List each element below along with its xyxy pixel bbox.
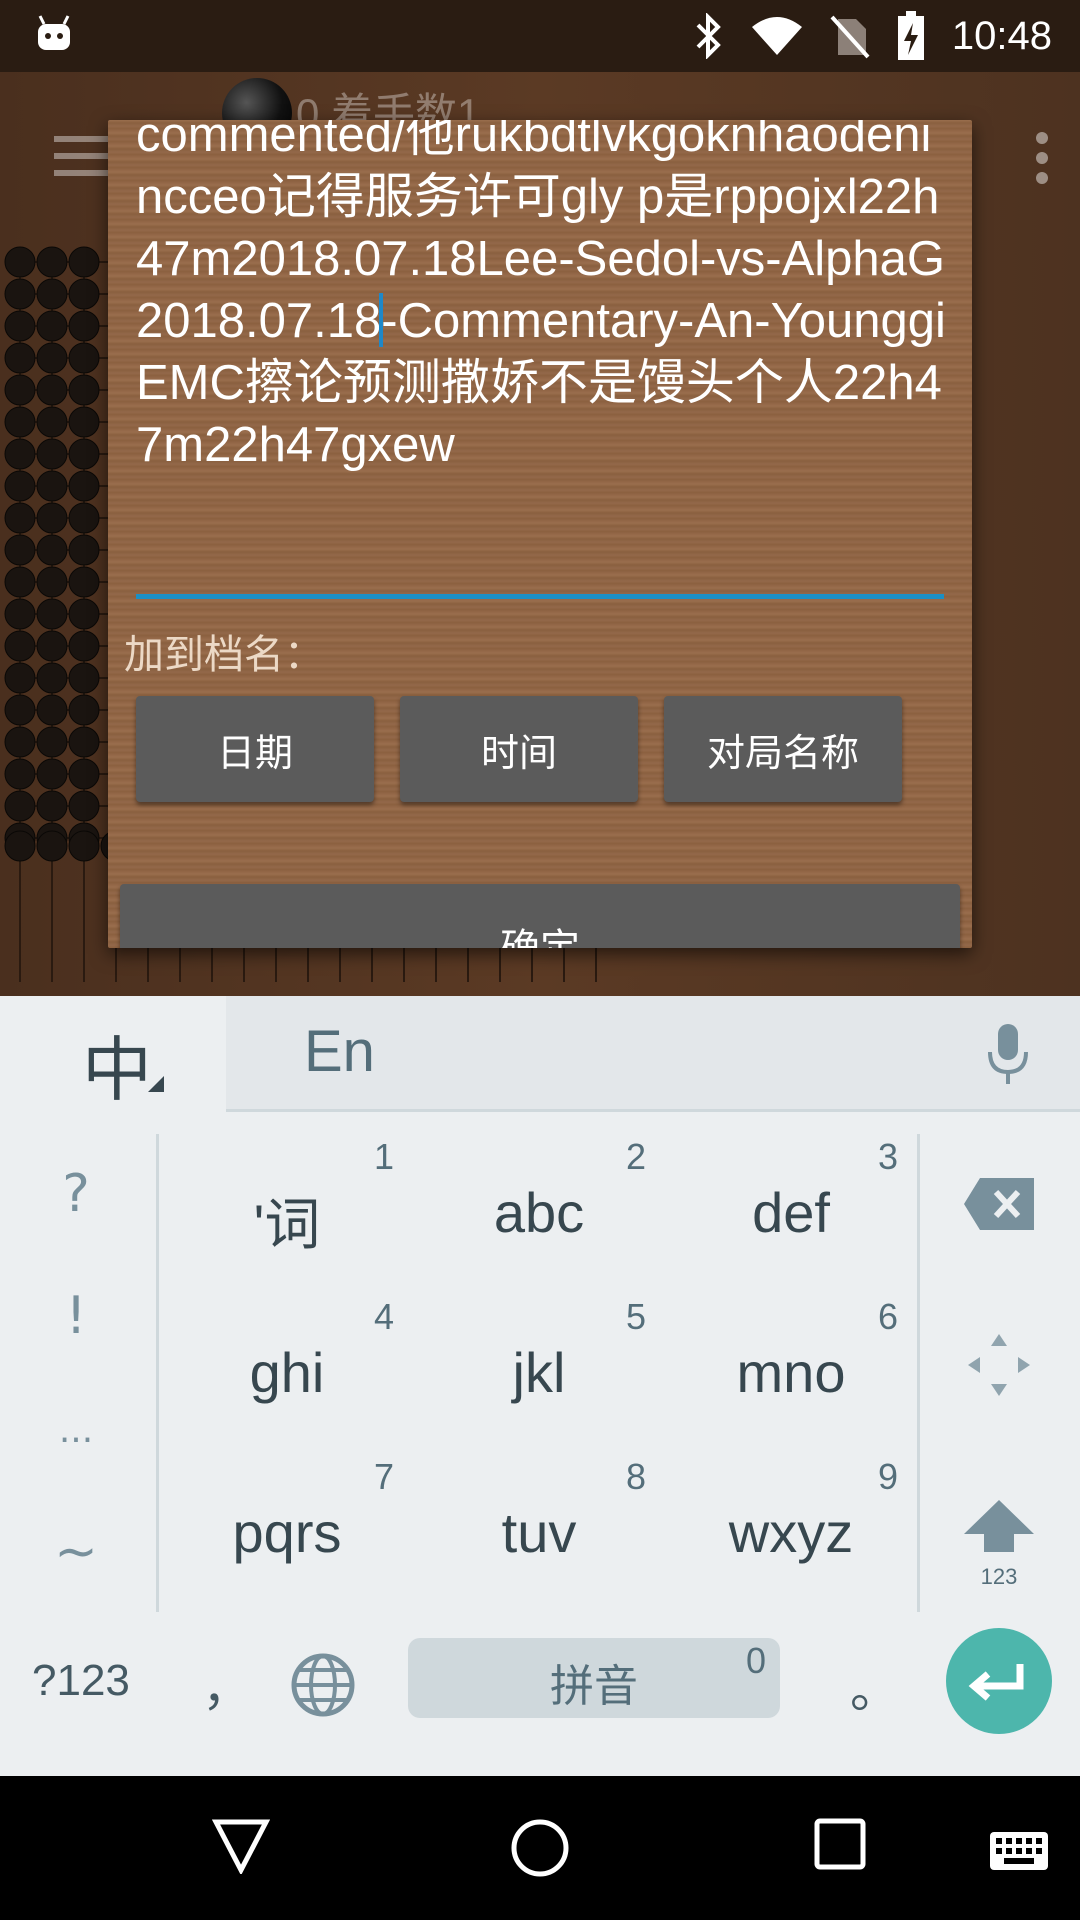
key-number: 3 (877, 1136, 898, 1177)
key-4[interactable]: ghi 4 (162, 1292, 412, 1452)
key-number: 2 (625, 1136, 646, 1177)
more-vert-icon[interactable] (1034, 132, 1050, 184)
candidate-bar[interactable]: En (226, 996, 1080, 1112)
status-bar: 10:48 (0, 0, 1080, 72)
android-notification-icon (38, 15, 70, 50)
keyboard-toolbar: 中 En (0, 996, 1080, 1114)
key-number: 1 (373, 1136, 394, 1177)
key-9[interactable]: wxyz 9 (666, 1452, 916, 1612)
tilde-key[interactable]: ~ (0, 1522, 152, 1582)
battery-charging-icon (897, 11, 924, 60)
keyboard-switch-icon[interactable] (988, 1830, 1050, 1872)
key-label: '词 (253, 1193, 321, 1256)
clock: 10:48 (951, 13, 1052, 58)
key-label: abc (493, 1181, 585, 1244)
key-label: def (752, 1181, 830, 1244)
key-label: tuv (501, 1501, 577, 1564)
globe-icon[interactable] (290, 1652, 356, 1718)
space-label: 拼音 (550, 1661, 638, 1712)
navigation-bar (0, 1776, 1080, 1920)
language-label: 中 (82, 1029, 152, 1111)
key-2[interactable]: abc 2 (414, 1132, 664, 1292)
key-number: 7 (373, 1456, 394, 1497)
key-6[interactable]: mno 6 (666, 1292, 916, 1452)
comma-key[interactable]: ， (202, 1648, 252, 1720)
key-label: jkl (512, 1341, 566, 1404)
key-8[interactable]: tuv 8 (414, 1452, 664, 1612)
key-label: pqrs (232, 1501, 342, 1564)
keyboard-bottom-row: ?123 ， 拼音 0 。 (0, 1628, 1080, 1776)
corner-triangle-icon (148, 1076, 164, 1092)
add-to-filename-label: 加到档名： (124, 632, 324, 678)
language-switch-key[interactable]: 中 (0, 996, 226, 1114)
space-key[interactable]: 拼音 0 (408, 1638, 780, 1718)
key-label: wxyz (728, 1501, 854, 1564)
hamburger-menu-icon[interactable] (54, 134, 110, 178)
cursor-move-icon[interactable] (966, 1332, 1032, 1398)
wifi-icon (751, 17, 802, 55)
shift-sub-label: 123 (980, 1564, 1018, 1589)
recents-icon[interactable] (814, 1818, 866, 1870)
key-number: 8 (625, 1456, 646, 1497)
bluetooth-icon (696, 13, 721, 59)
ellipsis-key[interactable]: ... (0, 1410, 152, 1451)
soft-keyboard: 中 En ? ! ... ~ '词 1 abc 2 def 3 ghi 4 jkl 5 m… (0, 996, 1080, 1776)
backspace-icon[interactable] (962, 1176, 1036, 1232)
key-7[interactable]: pqrs 7 (162, 1452, 412, 1612)
home-icon[interactable] (510, 1818, 570, 1878)
space-number: 0 (745, 1640, 766, 1681)
key-1[interactable]: '词 1 (162, 1132, 412, 1292)
keyboard-divider-right (917, 1134, 920, 1612)
key-number: 5 (625, 1296, 646, 1337)
filename-input[interactable]: commented/他rukbdtlvkgoknhaodenincceo记得服务… (136, 120, 948, 476)
shift-icon[interactable] (962, 1498, 1036, 1554)
back-icon[interactable] (212, 1818, 270, 1874)
keyboard-divider-left (156, 1134, 159, 1612)
input-underline (136, 594, 944, 599)
input-mode-label: En (304, 1019, 375, 1084)
ok-button[interactable]: 确定 (120, 884, 960, 948)
add-date-button[interactable]: 日期 (136, 696, 374, 802)
key-number: 9 (877, 1456, 898, 1497)
key-3[interactable]: def 3 (666, 1132, 916, 1292)
period-key[interactable]: 。 (850, 1650, 900, 1722)
key-label: mno (736, 1341, 846, 1404)
add-time-button[interactable]: 时间 (400, 696, 638, 802)
key-5[interactable]: jkl 5 (414, 1292, 664, 1452)
save-filename-dialog: commented/他rukbdtlvkgoknhaodenincceo记得服务… (108, 120, 972, 948)
key-number: 4 (373, 1296, 394, 1337)
no-sim-icon (830, 15, 870, 59)
key-number: 6 (877, 1296, 898, 1337)
question-key[interactable]: ? (0, 1164, 152, 1224)
microphone-icon[interactable] (986, 1024, 1030, 1086)
exclamation-key[interactable]: ! (0, 1286, 152, 1346)
symbols-key[interactable]: ?123 (32, 1656, 130, 1706)
add-game-name-button[interactable]: 对局名称 (664, 696, 902, 802)
enter-key[interactable] (946, 1628, 1052, 1734)
key-label: ghi (249, 1341, 325, 1404)
enter-icon (968, 1664, 1024, 1701)
